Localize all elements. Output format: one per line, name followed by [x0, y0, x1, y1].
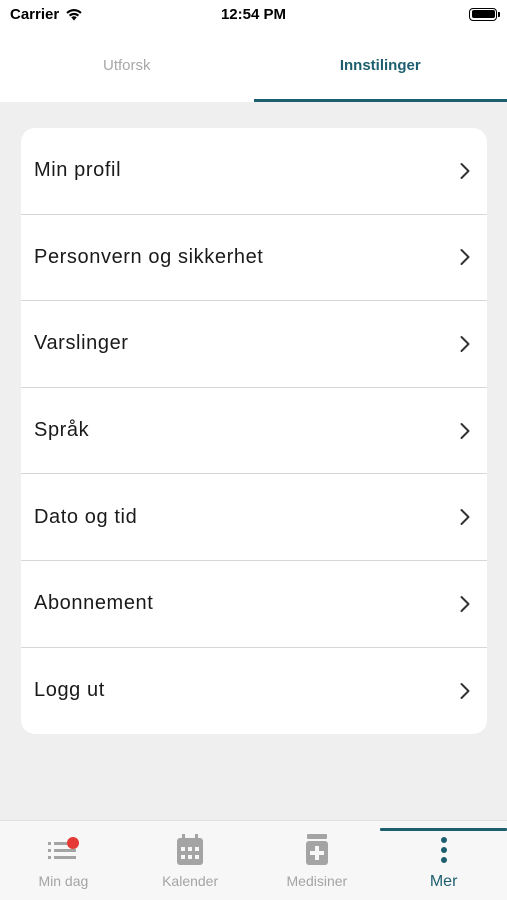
chevron-right-icon: [460, 595, 470, 612]
settings-item-label: Logg ut: [34, 679, 105, 702]
settings-item-abonnement[interactable]: Abonnement: [21, 561, 487, 648]
chevron-right-icon: [460, 682, 470, 699]
calendar-icon: [174, 833, 206, 867]
settings-item-dato-og-tid[interactable]: Dato og tid: [21, 474, 487, 561]
top-tabs: Utforsk Innstilinger: [0, 28, 507, 102]
nav-item-min-dag[interactable]: Min dag: [0, 821, 127, 900]
settings-item-label: Språk: [34, 419, 90, 442]
settings-item-varslinger[interactable]: Varslinger: [21, 301, 487, 388]
status-bar: Carrier 12:54 PM: [0, 0, 507, 28]
settings-item-logg-ut[interactable]: Logg ut: [21, 648, 487, 734]
wifi-icon: [66, 8, 82, 20]
nav-item-medisiner[interactable]: Medisiner: [254, 821, 381, 900]
settings-item-label: Dato og tid: [34, 505, 138, 528]
settings-item-personvern[interactable]: Personvern og sikkerhet: [21, 215, 487, 302]
bottom-nav: Min dag Kalender Medisiner Mer: [0, 820, 507, 900]
settings-item-label: Min profil: [34, 159, 122, 182]
battery-icon: [469, 7, 500, 21]
tab-utforsk[interactable]: Utforsk: [0, 28, 254, 102]
chevron-right-icon: [460, 162, 470, 179]
nav-item-label: Mer: [429, 873, 458, 890]
settings-list: Min profil Personvern og sikkerhet Varsl…: [21, 128, 487, 734]
nav-item-mer[interactable]: Mer: [380, 821, 507, 900]
nav-item-kalender[interactable]: Kalender: [127, 821, 254, 900]
settings-item-sprak[interactable]: Språk: [21, 388, 487, 475]
carrier-label: Carrier: [10, 5, 60, 23]
tab-innstilinger[interactable]: Innstilinger: [253, 28, 507, 102]
status-left: Carrier: [10, 6, 83, 23]
settings-item-min-profil[interactable]: Min profil: [21, 128, 487, 215]
chevron-right-icon: [460, 249, 470, 266]
settings-item-label: Abonnement: [34, 592, 154, 615]
tab-utforsk-label: Utforsk: [102, 56, 151, 74]
settings-item-label: Varslinger: [34, 332, 129, 355]
nav-item-label: Min dag: [38, 873, 89, 889]
more-vertical-icon: [428, 833, 460, 867]
list-icon: [47, 833, 80, 867]
medicine-icon: [301, 833, 333, 867]
nav-item-label: Medisiner: [286, 873, 348, 889]
chevron-right-icon: [460, 422, 470, 439]
nav-item-label: Kalender: [162, 873, 219, 889]
settings-item-label: Personvern og sikkerhet: [34, 245, 264, 268]
chevron-right-icon: [460, 335, 470, 352]
tab-innstilinger-label: Innstilinger: [339, 56, 421, 74]
chevron-right-icon: [460, 509, 470, 526]
